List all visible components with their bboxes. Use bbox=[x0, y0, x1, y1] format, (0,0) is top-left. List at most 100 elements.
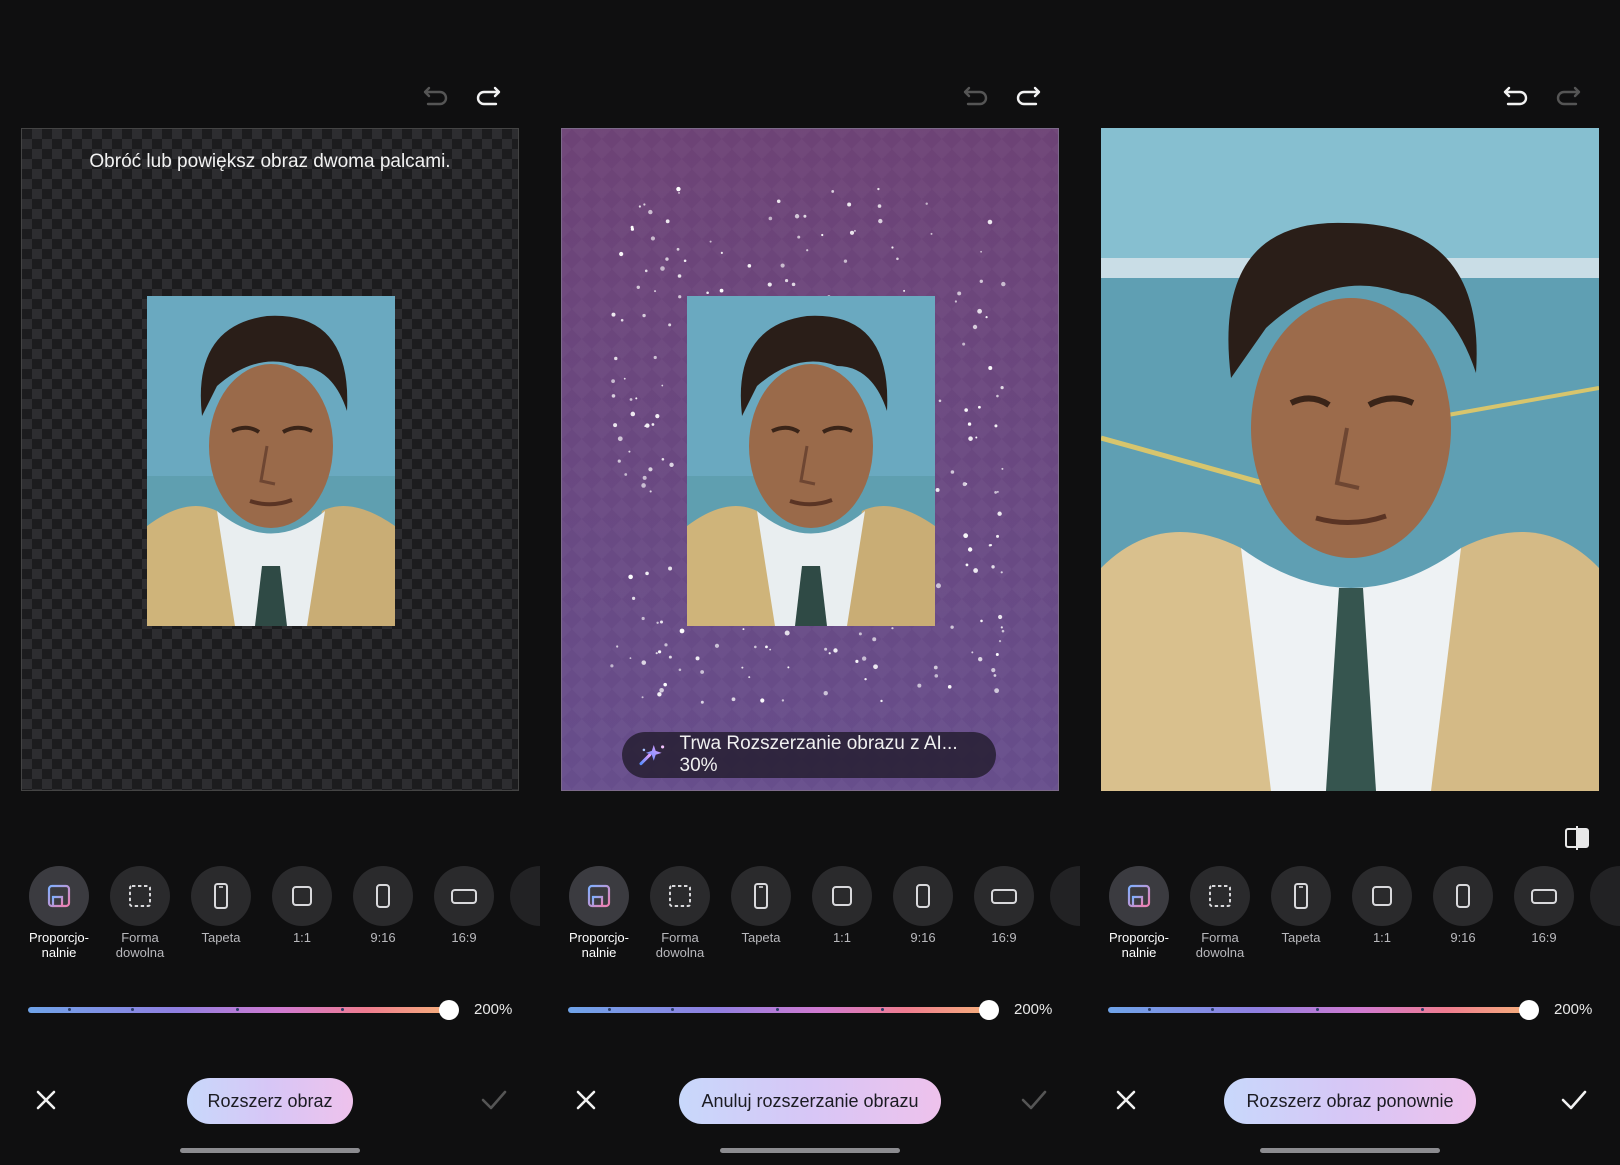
close-icon bbox=[574, 1088, 598, 1112]
ratio-option-more[interactable] bbox=[510, 866, 540, 926]
redo-icon bbox=[1014, 78, 1044, 113]
undo-button[interactable] bbox=[1500, 78, 1530, 108]
ratio-option-1-1[interactable]: 1:1 bbox=[803, 866, 881, 945]
freeform-icon bbox=[125, 881, 155, 911]
ratio-option-wallpaper[interactable]: Tapeta bbox=[182, 866, 260, 945]
image-canvas[interactable] bbox=[1101, 128, 1599, 791]
ratio-option-button[interactable] bbox=[1190, 866, 1250, 926]
zoom-value: 200% bbox=[474, 1001, 513, 1018]
ratio-option-wallpaper[interactable]: Tapeta bbox=[722, 866, 800, 945]
zoom-slider-thumb[interactable] bbox=[439, 1000, 459, 1020]
ratio-option-button[interactable] bbox=[434, 866, 494, 926]
image-canvas[interactable]: Trwa Rozszerzanie obrazu z AI... 30% bbox=[561, 128, 1059, 791]
ratio-option-1-1[interactable]: 1:1 bbox=[263, 866, 341, 945]
ratio-option-wallpaper[interactable]: Tapeta bbox=[1262, 866, 1340, 945]
zoom-slider[interactable] bbox=[28, 1000, 459, 1020]
zoom-slider-track[interactable] bbox=[1108, 1007, 1530, 1013]
cancel-button[interactable] bbox=[574, 1088, 598, 1112]
ratio-option-button[interactable] bbox=[812, 866, 872, 926]
slider-tick bbox=[1211, 1008, 1214, 1011]
confirm-button[interactable] bbox=[1020, 1088, 1048, 1112]
confirm-button[interactable] bbox=[480, 1088, 508, 1112]
check-icon bbox=[1560, 1088, 1588, 1112]
ratio-option-button[interactable] bbox=[353, 866, 413, 926]
source-photo[interactable] bbox=[147, 296, 395, 626]
ratio-option-16-9[interactable]: 16:9 bbox=[425, 866, 503, 945]
ratio-option-button[interactable] bbox=[1514, 866, 1574, 926]
slider-tick bbox=[236, 1008, 239, 1011]
ratio-option-label: 16:9 bbox=[425, 930, 503, 945]
close-icon bbox=[34, 1088, 58, 1112]
ratio-label-line: 9:16 bbox=[910, 930, 936, 945]
ratio-option-proportional[interactable]: Proporcjo-nalnie bbox=[20, 866, 98, 960]
ratio-option-button[interactable] bbox=[29, 866, 89, 926]
ratio-label-line: 16:9 bbox=[1531, 930, 1557, 945]
screens-container: Obróć lub powiększ obraz dwoma palcami. … bbox=[0, 0, 1620, 1165]
gesture-handle[interactable] bbox=[1260, 1148, 1440, 1153]
ratio-option-button[interactable] bbox=[1352, 866, 1412, 926]
slider-tick bbox=[671, 1008, 674, 1011]
undo-icon bbox=[420, 78, 450, 113]
expand-action-button[interactable]: Anuluj rozszerzanie obrazu bbox=[679, 1078, 941, 1124]
landscape-icon bbox=[989, 881, 1019, 911]
gesture-handle[interactable] bbox=[720, 1148, 900, 1153]
expand-action-button[interactable]: Rozszerz obraz bbox=[187, 1078, 353, 1124]
freeform-icon bbox=[1205, 881, 1235, 911]
confirm-button[interactable] bbox=[1560, 1088, 1588, 1112]
ratio-option-freeform[interactable]: Forma dowolna bbox=[101, 866, 179, 960]
zoom-slider-track[interactable] bbox=[568, 1007, 990, 1013]
compare-button[interactable] bbox=[1564, 826, 1590, 850]
ratio-option-button[interactable] bbox=[1271, 866, 1331, 926]
ratio-option-proportional[interactable]: Proporcjo-nalnie bbox=[560, 866, 638, 960]
ratio-option-1-1[interactable]: 1:1 bbox=[1343, 866, 1421, 945]
ratio-option-button[interactable] bbox=[569, 866, 629, 926]
ratio-label-line: Proporcjo- bbox=[1109, 930, 1169, 945]
ratio-option-button[interactable] bbox=[731, 866, 791, 926]
ratio-option-button[interactable] bbox=[974, 866, 1034, 926]
ratio-option-proportional[interactable]: Proporcjo-nalnie bbox=[1100, 866, 1178, 960]
ratio-option-button[interactable] bbox=[110, 866, 170, 926]
image-canvas[interactable]: Obróć lub powiększ obraz dwoma palcami. bbox=[21, 128, 519, 791]
zoom-value: 200% bbox=[1554, 1001, 1593, 1018]
redo-button[interactable] bbox=[474, 78, 504, 108]
cancel-button[interactable] bbox=[34, 1088, 58, 1112]
ratio-option-button[interactable] bbox=[272, 866, 332, 926]
ratio-option-9-16[interactable]: 9:16 bbox=[884, 866, 962, 945]
ratio-label-line: 1:1 bbox=[292, 930, 312, 945]
slider-tick bbox=[341, 1008, 344, 1011]
close-icon bbox=[1114, 1088, 1138, 1112]
cancel-button[interactable] bbox=[1114, 1088, 1138, 1112]
ratio-option-more[interactable] bbox=[1590, 866, 1620, 926]
ratio-option-button[interactable] bbox=[1433, 866, 1493, 926]
zoom-slider-track[interactable] bbox=[28, 1007, 450, 1013]
ratio-option-9-16[interactable]: 9:16 bbox=[344, 866, 422, 945]
zoom-slider-thumb[interactable] bbox=[979, 1000, 999, 1020]
ratio-option-label: Tapeta bbox=[1262, 930, 1340, 945]
ratio-option-label: 1:1 bbox=[263, 930, 341, 945]
zoom-slider[interactable] bbox=[568, 1000, 999, 1020]
ratio-option-freeform[interactable]: Forma dowolna bbox=[1181, 866, 1259, 960]
zoom-slider[interactable] bbox=[1108, 1000, 1539, 1020]
slider-tick bbox=[1148, 1008, 1151, 1011]
ratio-option-9-16[interactable]: 9:16 bbox=[1424, 866, 1502, 945]
ratio-label-line: Tapeta bbox=[1281, 930, 1321, 945]
expand-action-button[interactable]: Rozszerz obraz ponownie bbox=[1224, 1078, 1476, 1124]
editor-screen-2: Trwa Rozszerzanie obrazu z AI... 30% Pro… bbox=[540, 0, 1080, 1165]
ratio-label-line: 1:1 bbox=[832, 930, 852, 945]
redo-button[interactable] bbox=[1014, 78, 1044, 108]
expanded-photo[interactable] bbox=[1101, 128, 1599, 791]
ratio-option-button[interactable] bbox=[1109, 866, 1169, 926]
ratio-option-freeform[interactable]: Forma dowolna bbox=[641, 866, 719, 960]
ratio-option-label: Tapeta bbox=[722, 930, 800, 945]
ratio-option-button[interactable] bbox=[650, 866, 710, 926]
ratio-option-16-9[interactable]: 16:9 bbox=[965, 866, 1043, 945]
ratio-option-more[interactable] bbox=[1050, 866, 1080, 926]
ratio-option-button[interactable] bbox=[893, 866, 953, 926]
ratio-option-16-9[interactable]: 16:9 bbox=[1505, 866, 1583, 945]
ratio-option-button[interactable] bbox=[191, 866, 251, 926]
undo-button[interactable] bbox=[960, 78, 990, 108]
undo-button[interactable] bbox=[420, 78, 450, 108]
redo-button[interactable] bbox=[1554, 78, 1584, 108]
gesture-handle[interactable] bbox=[180, 1148, 360, 1153]
zoom-slider-thumb[interactable] bbox=[1519, 1000, 1539, 1020]
